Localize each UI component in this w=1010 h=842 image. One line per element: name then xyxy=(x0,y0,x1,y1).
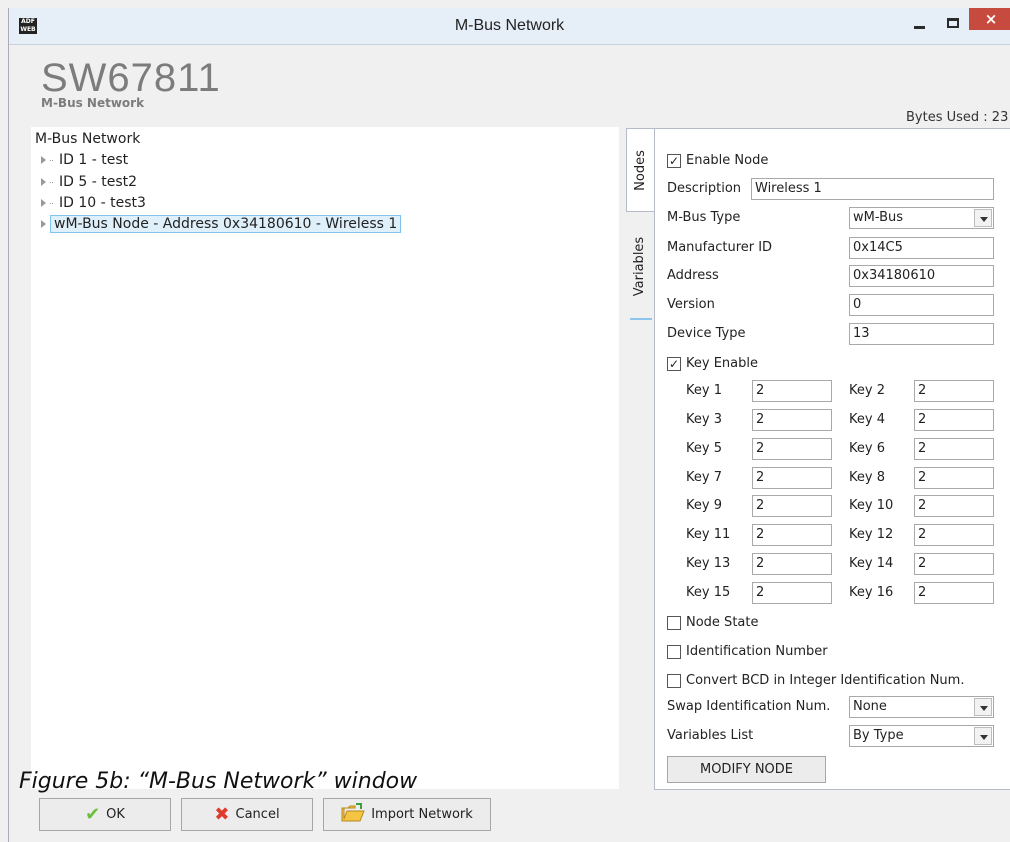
identification-number-checkbox[interactable]: Identification Number xyxy=(667,644,828,659)
tree-item-selected[interactable]: wM-Bus Node - Address 0x34180610 - Wirel… xyxy=(41,215,402,233)
key-input[interactable]: 2 xyxy=(914,553,994,575)
device-type-label: Device Type xyxy=(667,326,746,341)
bytes-used-label: Bytes Used : 23 xyxy=(906,110,1009,125)
swap-id-label: Swap Identification Num. xyxy=(667,699,831,714)
tree-root[interactable]: M-Bus Network xyxy=(35,131,140,147)
variables-list-select[interactable]: By Type xyxy=(849,725,994,747)
brand-title: SW67811 xyxy=(41,56,221,100)
key-input[interactable]: 2 xyxy=(914,495,994,517)
node-settings-panel: ✓ Enable Node Description Wireless 1 M-B… xyxy=(654,128,1010,790)
expand-arrow-icon[interactable] xyxy=(41,178,46,186)
enable-node-checkbox[interactable]: ✓ Enable Node xyxy=(667,153,768,168)
tab-indicator xyxy=(630,318,652,320)
window-title: M-Bus Network xyxy=(454,17,565,34)
key-input[interactable]: 2 xyxy=(914,409,994,431)
expand-arrow-icon[interactable] xyxy=(41,199,46,207)
convert-bcd-checkbox[interactable]: Convert BCD in Integer Identification Nu… xyxy=(667,673,964,688)
cancel-button[interactable]: ✖ Cancel xyxy=(181,798,313,831)
key-label: Key 1 xyxy=(686,383,722,398)
tree-item[interactable]: ID 5 - test2 xyxy=(41,174,140,190)
version-label: Version xyxy=(667,297,715,312)
checkbox-checked-icon: ✓ xyxy=(667,153,681,168)
key-input[interactable]: 2 xyxy=(752,553,832,575)
key-input[interactable]: 2 xyxy=(914,467,994,489)
minimize-button[interactable] xyxy=(901,8,937,38)
key-enable-checkbox[interactable]: ✓ Key Enable xyxy=(667,356,758,371)
key-label: Key 8 xyxy=(849,470,885,485)
key-input[interactable]: 2 xyxy=(914,582,994,604)
swap-id-select[interactable]: None xyxy=(849,696,994,718)
mbus-network-window: ADF WEB M-Bus Network × SW67811 M-Bus Net… xyxy=(8,8,1010,842)
variables-list-label: Variables List xyxy=(667,728,754,743)
key-label: Key 5 xyxy=(686,441,722,456)
tree-item-label: ID 5 - test2 xyxy=(59,174,138,190)
chevron-down-icon xyxy=(974,727,992,745)
key-label: Key 14 xyxy=(849,556,894,571)
address-input[interactable]: 0x34180610 xyxy=(849,265,994,287)
chevron-down-icon xyxy=(974,209,992,227)
key-label: Key 2 xyxy=(849,383,885,398)
close-button[interactable]: × xyxy=(969,8,1010,30)
key-label: Key 12 xyxy=(849,527,894,542)
key-input[interactable]: 2 xyxy=(914,524,994,546)
tab-nodes[interactable]: Nodes xyxy=(626,128,654,212)
x-icon: ✖ xyxy=(214,803,230,825)
node-state-checkbox[interactable]: Node State xyxy=(667,615,758,630)
manufacturer-id-label: Manufacturer ID xyxy=(667,240,773,255)
key-input[interactable]: 2 xyxy=(752,495,832,517)
key-input[interactable]: 2 xyxy=(752,438,832,460)
tree-item-label: ID 10 - test3 xyxy=(59,195,146,211)
maximize-icon xyxy=(947,18,959,28)
brand-subtitle: M-Bus Network xyxy=(41,96,145,110)
key-label: Key 11 xyxy=(686,527,731,542)
key-input[interactable]: 2 xyxy=(914,380,994,402)
key-input[interactable]: 2 xyxy=(752,467,832,489)
key-label: Key 15 xyxy=(686,585,731,600)
mbus-type-label: M-Bus Type xyxy=(667,210,741,225)
maximize-button[interactable] xyxy=(935,8,971,38)
figure-caption: Figure 5b: “M-Bus Network” window xyxy=(19,769,418,794)
key-input[interactable]: 2 xyxy=(752,524,832,546)
check-icon: ✔ xyxy=(85,803,101,825)
key-input[interactable]: 2 xyxy=(752,380,832,402)
network-tree[interactable]: M-Bus Network ID 1 - test ID 5 - test2 I… xyxy=(31,127,619,789)
key-input[interactable]: 2 xyxy=(752,582,832,604)
key-label: Key 7 xyxy=(686,470,722,485)
chevron-down-icon xyxy=(974,698,992,716)
modify-node-button[interactable]: MODIFY NODE xyxy=(667,756,826,783)
key-label: Key 3 xyxy=(686,412,722,427)
tree-item-label: wM-Bus Node - Address 0x34180610 - Wirel… xyxy=(50,215,402,233)
address-label: Address xyxy=(667,268,719,283)
description-input[interactable]: Wireless 1 xyxy=(751,178,994,200)
key-label: Key 4 xyxy=(849,412,885,427)
vertical-tabs: Nodes Variables xyxy=(626,128,654,328)
key-input[interactable]: 2 xyxy=(752,409,832,431)
tree-item[interactable]: ID 1 - test xyxy=(41,152,131,168)
device-type-input[interactable]: 13 xyxy=(849,323,994,345)
expand-arrow-icon[interactable] xyxy=(41,220,46,228)
key-label: Key 16 xyxy=(849,585,894,600)
manufacturer-id-input[interactable]: 0x14C5 xyxy=(849,237,994,259)
title-bar: ADF WEB M-Bus Network × xyxy=(9,8,1010,45)
mbus-type-select[interactable]: wM-Bus xyxy=(849,207,994,229)
tree-item[interactable]: ID 10 - test3 xyxy=(41,195,149,211)
tree-item-label: ID 1 - test xyxy=(59,152,129,168)
key-label: Key 9 xyxy=(686,498,722,513)
tab-variables[interactable]: Variables xyxy=(626,218,654,314)
key-label: Key 10 xyxy=(849,498,894,513)
version-input[interactable]: 0 xyxy=(849,294,994,316)
folder-icon xyxy=(341,802,365,827)
description-label: Description xyxy=(667,181,742,196)
ok-button[interactable]: ✔ OK xyxy=(39,798,171,831)
checkbox-checked-icon: ✓ xyxy=(667,356,681,371)
key-input[interactable]: 2 xyxy=(914,438,994,460)
import-network-button[interactable]: Import Network xyxy=(323,798,491,831)
close-icon: × xyxy=(984,10,998,28)
minimize-icon xyxy=(913,25,925,29)
expand-arrow-icon[interactable] xyxy=(41,156,46,164)
key-label: Key 6 xyxy=(849,441,885,456)
key-label: Key 13 xyxy=(686,556,731,571)
